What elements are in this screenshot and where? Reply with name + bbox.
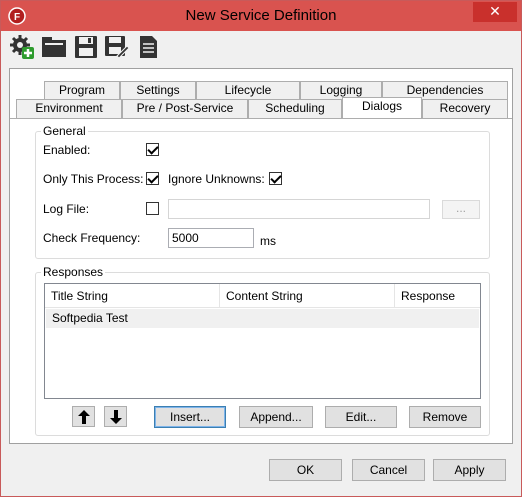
- only-this-process-checkbox[interactable]: [146, 172, 159, 185]
- arrow-down-icon: [109, 410, 122, 424]
- log-file-checkbox[interactable]: [146, 202, 159, 215]
- only-this-process-label: Only This Process:: [43, 172, 144, 186]
- document-icon[interactable]: [135, 34, 161, 60]
- cancel-button[interactable]: Cancel: [352, 459, 425, 481]
- tab-scheduling[interactable]: Scheduling: [248, 99, 342, 118]
- responses-list-header: Title String Content String Response: [45, 284, 480, 308]
- tab-pre-post-service[interactable]: Pre / Post-Service: [122, 99, 248, 118]
- tab-dialogs[interactable]: Dialogs: [342, 97, 422, 118]
- column-response[interactable]: Response: [395, 284, 481, 308]
- tab-recovery[interactable]: Recovery: [422, 99, 508, 118]
- tab-environment[interactable]: Environment: [16, 99, 122, 118]
- column-content-string[interactable]: Content String: [220, 284, 395, 308]
- apply-button[interactable]: Apply: [433, 459, 506, 481]
- responses-list[interactable]: Title String Content String Response Sof…: [44, 283, 481, 399]
- insert-button[interactable]: Insert...: [154, 406, 226, 428]
- dialog-footer: OK Cancel Apply: [1, 448, 521, 496]
- check-frequency-unit: ms: [260, 234, 276, 248]
- tab-strip-divider: [10, 118, 512, 119]
- column-title-string[interactable]: Title String: [45, 284, 220, 308]
- tab-lifecycle[interactable]: Lifecycle: [196, 81, 300, 100]
- tab-program[interactable]: Program: [44, 81, 120, 100]
- add-gear-icon[interactable]: [9, 34, 35, 60]
- responses-group-label: Responses: [41, 265, 106, 279]
- ignore-unknowns-label: Ignore Unknowns:: [168, 172, 265, 186]
- open-folder-icon[interactable]: [41, 34, 67, 60]
- ignore-unknowns-checkbox[interactable]: [269, 172, 282, 185]
- save-as-icon[interactable]: [103, 34, 129, 60]
- enabled-checkbox[interactable]: [146, 143, 159, 156]
- row-title-string: Softpedia Test: [52, 311, 128, 325]
- close-button[interactable]: ✕: [473, 2, 517, 22]
- browse-button[interactable]: ...: [442, 200, 480, 219]
- append-button[interactable]: Append...: [239, 406, 313, 428]
- edit-button[interactable]: Edit...: [325, 406, 397, 428]
- log-file-label: Log File:: [43, 202, 90, 216]
- log-file-input[interactable]: [168, 199, 430, 219]
- title-bar[interactable]: F New Service Definition ✕: [1, 1, 521, 31]
- enabled-label: Enabled:: [43, 143, 91, 157]
- check-frequency-input[interactable]: 5000: [168, 228, 254, 248]
- window-title: New Service Definition: [185, 7, 337, 24]
- check-frequency-label: Check Frequency:: [43, 231, 141, 245]
- remove-button[interactable]: Remove: [409, 406, 481, 428]
- save-icon[interactable]: [73, 34, 99, 60]
- ok-button[interactable]: OK: [269, 459, 342, 481]
- tab-settings[interactable]: Settings: [120, 81, 196, 100]
- arrow-up-icon: [77, 410, 90, 424]
- table-row[interactable]: Softpedia Test: [46, 309, 479, 328]
- service-definition-window: F New Service Definition ✕ Program Setti…: [0, 0, 522, 497]
- move-down-button[interactable]: [104, 406, 127, 427]
- general-group-label: General: [41, 124, 88, 138]
- move-up-button[interactable]: [72, 406, 95, 427]
